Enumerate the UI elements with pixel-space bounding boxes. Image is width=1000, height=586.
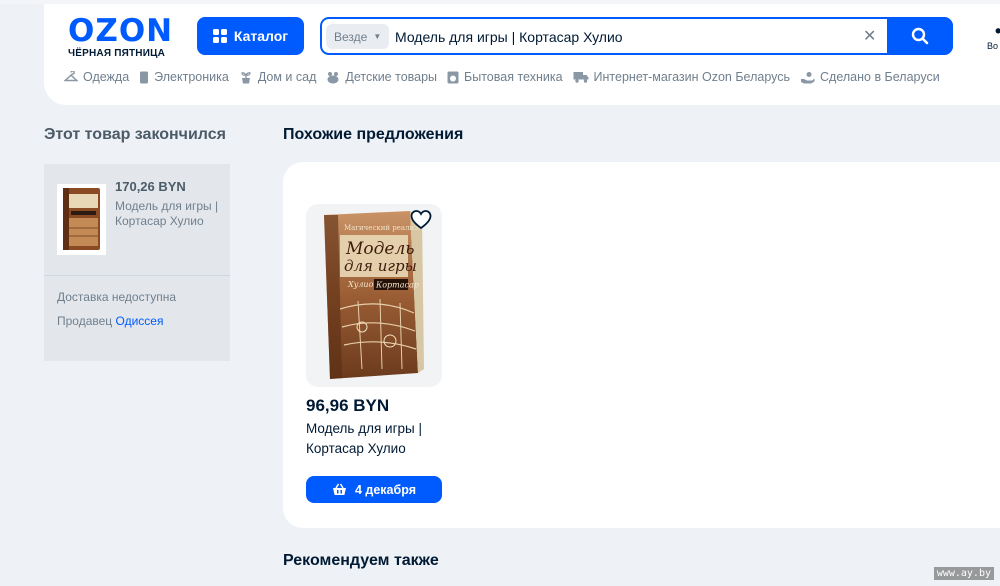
book-cover-image: Магический реализм Модель для игры Хулио… (324, 211, 424, 379)
book-author-first: Хулио (347, 280, 374, 289)
product-name[interactable]: Модель для игры | Кортасар Хулио (306, 419, 446, 459)
truck-icon (573, 72, 589, 83)
product-image[interactable]: Магический реализм Модель для игры Хулио… (306, 204, 442, 387)
nav-item-label: Электроника (154, 70, 229, 84)
delivery-date-label: 4 декабря (354, 482, 416, 497)
search-scope-label: Везде (334, 29, 368, 44)
nav-item-clothes[interactable]: Одежда (64, 70, 129, 84)
out-of-stock-title: Этот товар закончился (44, 126, 226, 143)
logo-subtitle: ЧЁРНАЯ ПЯТНИЦА (68, 48, 166, 59)
appliance-icon (447, 71, 459, 83)
seller-link[interactable]: Одиссея (116, 314, 164, 328)
divider (44, 275, 230, 276)
clear-icon[interactable]: ✕ (863, 26, 876, 46)
hand-icon (801, 71, 815, 83)
recommend-title: Рекомендуем также (283, 552, 439, 569)
toy-icon (327, 71, 339, 83)
chevron-down-icon: ▼ (373, 32, 382, 41)
seller-prefix: Продавец (57, 314, 113, 328)
nav-item-label: Детские товары (345, 70, 438, 84)
grid-icon (212, 29, 227, 43)
heart-icon[interactable] (410, 210, 432, 230)
nav-item-label: Интернет-магазин Ozon Беларусь (593, 70, 791, 84)
watermark: www.ay.by (933, 567, 994, 580)
user-icon[interactable]: • (995, 22, 1000, 40)
plant-icon (241, 71, 251, 83)
catalog-label: Каталог (233, 28, 289, 44)
nav-item-home-garden[interactable]: Дом и сад (239, 70, 317, 84)
hanger-icon (64, 71, 78, 82)
basket-icon (332, 483, 346, 495)
catalog-button[interactable]: Каталог (197, 17, 304, 55)
out-of-stock-card[interactable]: 170,26 BYN Модель для игры | Кортасар Ху… (44, 164, 230, 361)
book-title-line2: для игры (344, 257, 417, 275)
out-of-stock-name[interactable]: Модель для игры | Кортасар Хулио (115, 199, 225, 229)
nav-item-ozon-belarus[interactable]: Интернет-магазин Ozon Беларусь (573, 70, 790, 84)
search-bar: Везде ▼ ✕ (320, 17, 953, 55)
nav-item-electronics[interactable]: Электроника (139, 70, 229, 84)
nav-item-label: Дом и сад (257, 70, 317, 84)
out-of-stock-product-image[interactable] (57, 184, 106, 255)
book-cover-thumbnail (57, 184, 106, 255)
out-of-stock-price: 170,26 BYN (115, 179, 186, 194)
add-to-cart-button[interactable]: 4 декабря (306, 476, 442, 503)
book-title-line1: Модель (345, 239, 415, 259)
search-scope-select[interactable]: Везде ▼ (326, 24, 390, 49)
nav-item-appliances[interactable]: Бытовая техника (447, 70, 563, 84)
search-icon (911, 27, 929, 45)
search-button[interactable] (887, 17, 953, 55)
search-input[interactable] (395, 25, 855, 49)
category-nav: Одежда Электроника Дом и сад Детские тов… (64, 70, 940, 84)
similar-title: Похожие предложения (283, 126, 464, 143)
ozon-logo[interactable]: OZON ЧЁРНАЯ ПЯТНИЦА (68, 16, 183, 60)
nav-item-label: Сделано в Беларуси (820, 70, 940, 84)
nav-item-label: Бытовая техника (464, 70, 563, 84)
logo-text: OZON (68, 13, 174, 49)
user-label[interactable]: Во (987, 41, 998, 51)
header: OZON ЧЁРНАЯ ПЯТНИЦА Каталог Везде ▼ ✕ • … (44, 4, 1000, 105)
book-author-last: Кортасар (375, 281, 419, 290)
seller-info: Продавец Одиссея (57, 314, 163, 328)
delivery-status: Доставка недоступна (57, 290, 177, 304)
phone-icon (140, 71, 149, 83)
nav-item-kids[interactable]: Детские товары (326, 70, 437, 84)
nav-item-made-in-belarus[interactable]: Сделано в Беларуси (800, 70, 940, 84)
product-price: 96,96 BYN (306, 396, 390, 415)
nav-item-label: Одежда (83, 70, 130, 84)
similar-offers-panel: Магический реализм Модель для игры Хулио… (283, 162, 1000, 528)
